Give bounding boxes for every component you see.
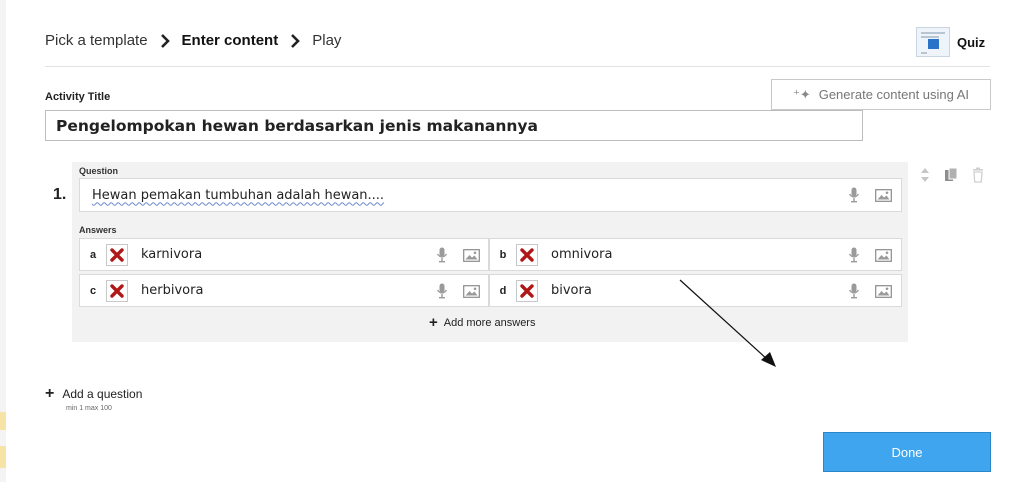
add-question-button[interactable]: + Add a question	[45, 386, 142, 402]
breadcrumb-step-enter-content[interactable]: Enter content	[182, 32, 279, 49]
image-icon[interactable]	[463, 249, 480, 262]
left-edge-decoration	[0, 446, 6, 468]
reorder-arrows-icon[interactable]	[920, 167, 930, 183]
microphone-icon[interactable]	[436, 283, 448, 299]
answers-label: Answers	[79, 225, 117, 235]
image-icon[interactable]	[875, 249, 892, 262]
add-more-answers-button[interactable]: + Add more answers	[429, 315, 535, 330]
answer-option-c[interactable]: c herbivora	[79, 274, 489, 307]
image-icon[interactable]	[875, 189, 892, 202]
question-number: 1.	[53, 186, 67, 203]
left-edge-decoration	[0, 412, 6, 430]
question-input[interactable]: Hewan pemakan tumbuhan adalah hewan....	[79, 178, 902, 212]
cross-icon	[520, 283, 534, 298]
duplicate-icon[interactable]	[944, 167, 958, 183]
breadcrumb-step-pick-template[interactable]: Pick a template	[45, 32, 148, 49]
add-more-answers-label: Add more answers	[443, 316, 536, 329]
answer-correct-toggle[interactable]	[516, 279, 538, 302]
chevron-right-icon	[160, 33, 170, 48]
answer-text: herbivora	[141, 283, 204, 298]
answer-option-a[interactable]: a karnivora	[79, 238, 489, 271]
breadcrumb: Pick a template Enter content Play	[45, 32, 341, 49]
answer-option-b[interactable]: b omnivora	[489, 238, 902, 271]
answer-text: bivora	[551, 283, 592, 298]
microphone-icon[interactable]	[848, 247, 860, 263]
question-text: Hewan pemakan tumbuhan adalah hewan....	[92, 187, 385, 203]
answer-letter: a	[89, 248, 97, 261]
activity-title-value: Pengelompokan hewan berdasarkan jenis ma…	[56, 116, 538, 135]
chevron-right-icon	[291, 33, 301, 48]
image-icon[interactable]	[463, 285, 480, 298]
generate-content-ai-button[interactable]: ⁺✦ Generate content using AI	[771, 79, 991, 110]
add-question-label: Add a question	[62, 387, 143, 401]
breadcrumb-step-play[interactable]: Play	[312, 32, 341, 49]
template-badge[interactable]: Quiz	[916, 27, 985, 57]
annotation-arrow	[679, 279, 776, 367]
answer-correct-toggle[interactable]	[516, 243, 538, 266]
done-button[interactable]: Done	[823, 432, 991, 472]
left-edge-strip	[0, 0, 6, 482]
answer-correct-toggle[interactable]	[106, 243, 128, 266]
answer-letter: b	[499, 248, 507, 261]
answer-correct-toggle[interactable]	[106, 279, 128, 302]
plus-icon: +	[45, 385, 55, 402]
microphone-icon[interactable]	[848, 283, 860, 299]
answer-text: karnivora	[141, 247, 203, 262]
microphone-icon[interactable]	[848, 187, 860, 203]
answer-text: omnivora	[551, 247, 613, 262]
sparkle-icon: ⁺✦	[792, 86, 811, 102]
microphone-icon[interactable]	[436, 247, 448, 263]
cross-icon	[110, 247, 124, 262]
header-divider	[45, 66, 990, 67]
question-limits: min 1 max 100	[66, 405, 112, 412]
image-icon[interactable]	[875, 285, 892, 298]
answer-letter: d	[499, 284, 507, 297]
answer-letter: c	[89, 284, 97, 297]
template-name: Quiz	[957, 34, 986, 50]
activity-title-input[interactable]: Pengelompokan hewan berdasarkan jenis ma…	[45, 110, 863, 141]
cross-icon	[520, 247, 534, 262]
quiz-template-thumbnail-icon	[916, 27, 950, 57]
trash-icon[interactable]	[972, 167, 984, 183]
activity-title-label: Activity Title	[45, 91, 111, 103]
cross-icon	[110, 283, 124, 298]
plus-icon: +	[429, 314, 438, 331]
question-label: Question	[79, 166, 119, 176]
generate-content-ai-label: Generate content using AI	[818, 87, 970, 102]
